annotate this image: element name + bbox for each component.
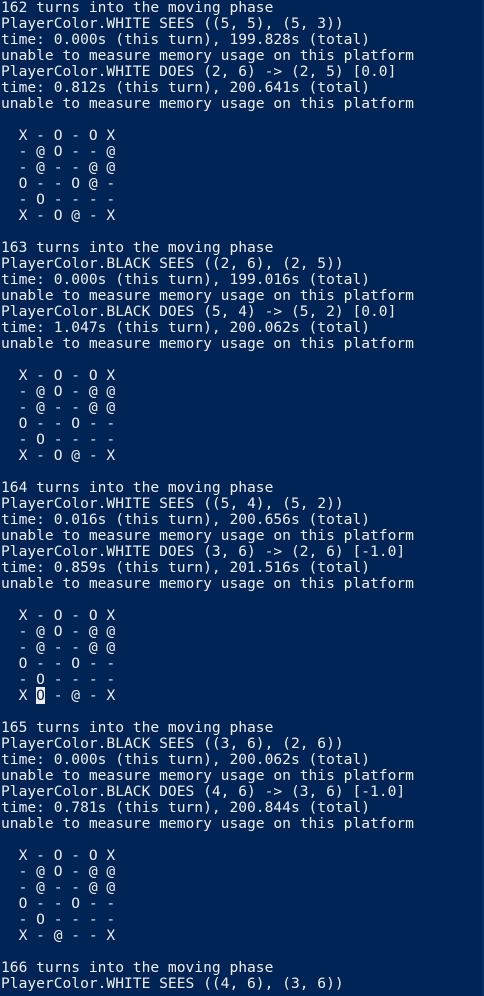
terminal-line: unable to measure memory usage on this p… — [1, 575, 414, 592]
terminal-window[interactable]: 162 turns into the moving phase PlayerCol… — [0, 0, 484, 996]
terminal-line: 164 turns into the moving phase — [1, 479, 274, 496]
terminal-line: - @ O - @ @ — [1, 863, 116, 880]
terminal-line: X - O - O X — [1, 127, 116, 144]
terminal-line: - @ - - @ @ — [1, 159, 116, 176]
terminal-line: time: 0.016s (this turn), 200.656s (tota… — [1, 511, 371, 528]
terminal-line: unable to measure memory usage on this p… — [1, 527, 414, 544]
terminal-line: time: 1.047s (this turn), 200.062s (tota… — [1, 319, 371, 336]
terminal-line: unable to measure memory usage on this p… — [1, 815, 414, 832]
terminal-line: time: 0.859s (this turn), 201.516s (tota… — [1, 559, 371, 576]
terminal-line: unable to measure memory usage on this p… — [1, 287, 414, 304]
terminal-line: - @ - - @ @ — [1, 639, 116, 656]
terminal-line: O - - O - - — [1, 655, 116, 672]
terminal-line: - @ - - @ @ — [1, 879, 116, 896]
terminal-line: 166 turns into the moving phase — [1, 959, 274, 976]
terminal-line: X - O @ - X — [1, 207, 116, 224]
terminal-line: unable to measure memory usage on this p… — [1, 767, 414, 784]
terminal-line: PlayerColor.WHITE DOES (2, 6) -> (2, 5) … — [1, 63, 397, 80]
terminal-line: - @ O - @ @ — [1, 623, 116, 640]
terminal-line: - O - - - - — [1, 191, 116, 208]
terminal-line: PlayerColor.WHITE DOES (3, 6) -> (2, 6) … — [1, 543, 406, 560]
terminal-line: X - O - O X — [1, 847, 116, 864]
terminal-line: - @ O - - @ — [1, 143, 116, 160]
terminal-line: 163 turns into the moving phase — [1, 239, 274, 256]
terminal-line: - O - - - - — [1, 911, 116, 928]
terminal-line: unable to measure memory usage on this p… — [1, 95, 414, 112]
terminal-line: O - - O - - — [1, 415, 116, 432]
terminal-line: time: 0.000s (this turn), 199.016s (tota… — [1, 271, 371, 288]
terminal-line: time: 0.000s (this turn), 200.062s (tota… — [1, 751, 371, 768]
terminal-line: PlayerColor.BLACK DOES (5, 4) -> (5, 2) … — [1, 303, 397, 320]
terminal-line: PlayerColor.WHITE SEES ((4, 6), (3, 6)) — [1, 975, 344, 992]
terminal-line: 165 turns into the moving phase — [1, 719, 274, 736]
terminal-output: 162 turns into the moving phase PlayerCol… — [0, 0, 484, 992]
terminal-line: unable to measure memory usage on this p… — [1, 47, 414, 64]
terminal-line: PlayerColor.BLACK SEES ((3, 6), (2, 6)) — [1, 735, 344, 752]
terminal-line: - @ O - @ @ — [1, 383, 116, 400]
terminal-line: PlayerColor.BLACK DOES (4, 6) -> (3, 6) … — [1, 783, 406, 800]
terminal-line: O - - O @ - — [1, 175, 116, 192]
terminal-line: time: 0.812s (this turn), 200.641s (tota… — [1, 79, 371, 96]
terminal-line: X - @ - - X — [1, 927, 116, 944]
terminal-line: X O - @ - X — [1, 687, 116, 704]
text-cursor: O — [36, 687, 45, 704]
terminal-line: - @ - - @ @ — [1, 399, 116, 416]
terminal-line: O - - O - - — [1, 895, 116, 912]
terminal-line: PlayerColor.WHITE SEES ((5, 5), (5, 3)) — [1, 15, 344, 32]
terminal-line: time: 0.000s (this turn), 199.828s (tota… — [1, 31, 371, 48]
terminal-line: - O - - - - — [1, 431, 116, 448]
terminal-line: 162 turns into the moving phase — [1, 0, 274, 16]
terminal-line: - O - - - - — [1, 671, 116, 688]
terminal-line: X - O - O X — [1, 367, 116, 384]
terminal-line: time: 0.781s (this turn), 200.844s (tota… — [1, 799, 371, 816]
terminal-line: PlayerColor.WHITE SEES ((5, 4), (5, 2)) — [1, 495, 344, 512]
terminal-line: unable to measure memory usage on this p… — [1, 335, 414, 352]
terminal-line: X - O - O X — [1, 607, 116, 624]
terminal-line: X - O @ - X — [1, 447, 116, 464]
terminal-line: PlayerColor.BLACK SEES ((2, 6), (2, 5)) — [1, 255, 344, 272]
